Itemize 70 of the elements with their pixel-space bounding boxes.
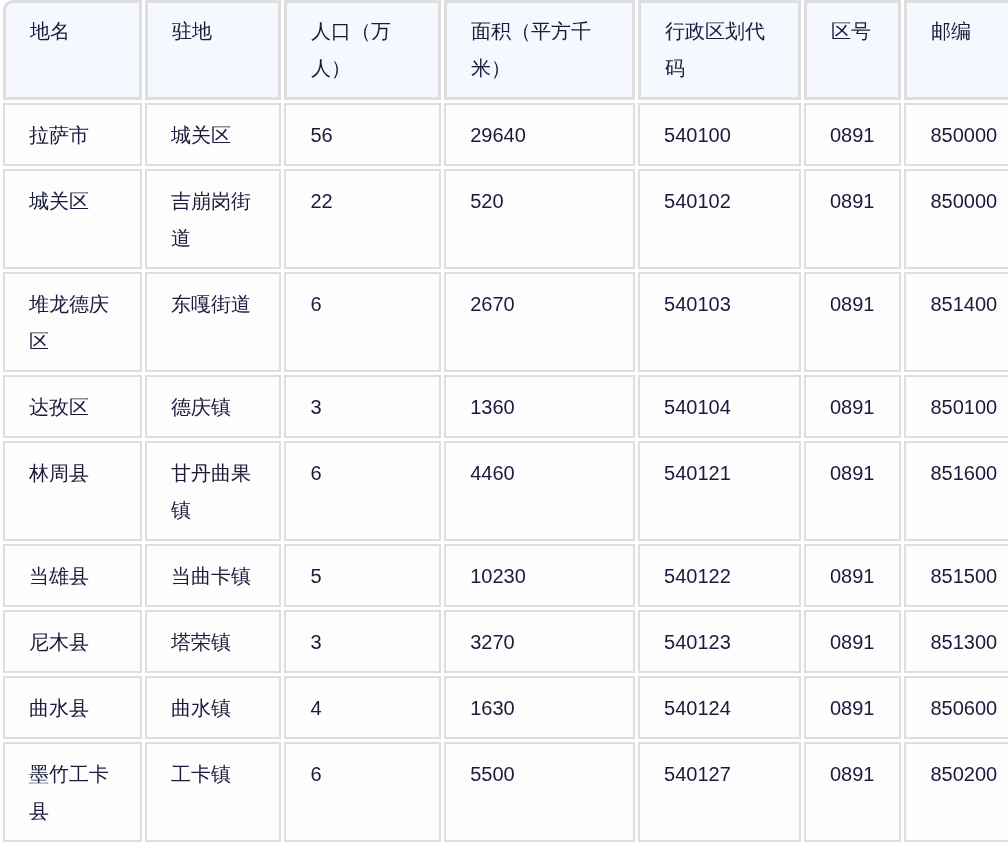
table-cell: 56: [284, 103, 442, 166]
table-cell: 29640: [444, 103, 636, 166]
table-cell: 6: [284, 441, 442, 541]
table-cell: 吉崩岗街道: [144, 169, 282, 269]
table-cell: 851500: [904, 544, 1008, 607]
table-cell: 城关区: [3, 169, 142, 269]
table-cell: 540103: [638, 272, 801, 372]
table-cell: 堆龙德庆区: [3, 272, 142, 372]
column-header: 区号: [803, 0, 902, 100]
table-cell: 4: [284, 676, 442, 739]
table-cell: 林周县: [3, 441, 142, 541]
table-cell: 3270: [444, 610, 636, 673]
table-cell: 3: [284, 610, 442, 673]
table-cell: 1630: [444, 676, 636, 739]
table-cell: 0891: [803, 375, 902, 438]
table-cell: 540104: [638, 375, 801, 438]
table-cell: 22: [284, 169, 442, 269]
table-cell: 塔荣镇: [144, 610, 282, 673]
table-cell: 甘丹曲果镇: [144, 441, 282, 541]
table-cell: 0891: [803, 169, 902, 269]
table-cell: 851600: [904, 441, 1008, 541]
table-cell: 0891: [803, 676, 902, 739]
table-cell: 拉萨市: [3, 103, 142, 166]
table-cell: 0891: [803, 544, 902, 607]
column-header: 驻地: [144, 0, 282, 100]
column-header: 面积（平方千米）: [444, 0, 636, 100]
table-cell: 曲水县: [3, 676, 142, 739]
table-cell: 850200: [904, 742, 1008, 842]
table-cell: 1360: [444, 375, 636, 438]
table-cell: 540100: [638, 103, 801, 166]
table-cell: 10230: [444, 544, 636, 607]
table-cell: 0891: [803, 610, 902, 673]
table-cell: 工卡镇: [144, 742, 282, 842]
table-cell: 尼木县: [3, 610, 142, 673]
table-cell: 851300: [904, 610, 1008, 673]
table-cell: 850600: [904, 676, 1008, 739]
table-cell: 540127: [638, 742, 801, 842]
table-cell: 520: [444, 169, 636, 269]
table-cell: 东嘎街道: [144, 272, 282, 372]
table-cell: 540122: [638, 544, 801, 607]
column-header: 地名: [3, 0, 142, 100]
table-cell: 850100: [904, 375, 1008, 438]
column-header: 邮编: [904, 0, 1008, 100]
table-cell: 德庆镇: [144, 375, 282, 438]
table-cell: 城关区: [144, 103, 282, 166]
table-cell: 850000: [904, 169, 1008, 269]
table-cell: 851400: [904, 272, 1008, 372]
column-header: 行政区划代码: [638, 0, 801, 100]
table-cell: 曲水镇: [144, 676, 282, 739]
table-cell: 4460: [444, 441, 636, 541]
table-cell: 540102: [638, 169, 801, 269]
table-cell: 5: [284, 544, 442, 607]
table-cell: 3: [284, 375, 442, 438]
table-cell: 0891: [803, 272, 902, 372]
column-header: 人口（万人）: [284, 0, 442, 100]
table-cell: 540123: [638, 610, 801, 673]
table-cell: 0891: [803, 742, 902, 842]
table-cell: 540121: [638, 441, 801, 541]
table-cell: 2670: [444, 272, 636, 372]
table-cell: 5500: [444, 742, 636, 842]
table-cell: 6: [284, 742, 442, 842]
table-cell: 850000: [904, 103, 1008, 166]
table-cell: 6: [284, 272, 442, 372]
table-cell: 达孜区: [3, 375, 142, 438]
table-cell: 0891: [803, 441, 902, 541]
table-cell: 0891: [803, 103, 902, 166]
table-cell: 当曲卡镇: [144, 544, 282, 607]
table-cell: 当雄县: [3, 544, 142, 607]
table-cell: 墨竹工卡县: [3, 742, 142, 842]
table-cell: 540124: [638, 676, 801, 739]
